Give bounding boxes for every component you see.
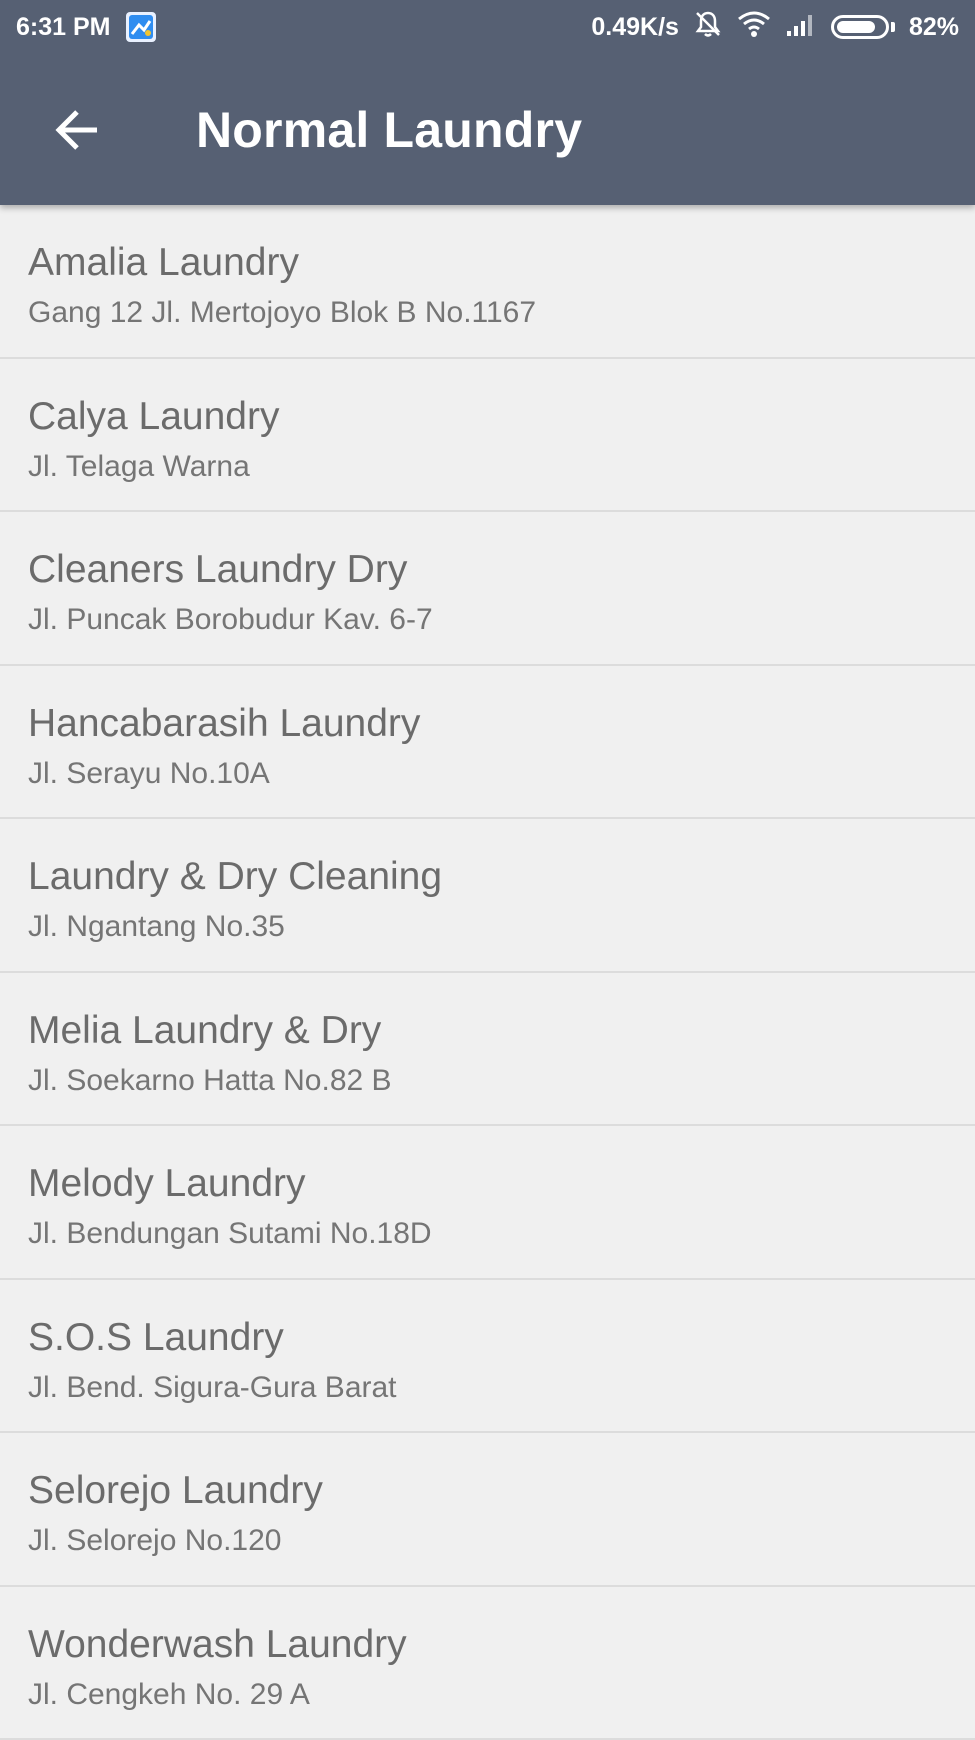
page-title: Normal Laundry	[196, 101, 582, 159]
muted-bell-icon	[693, 9, 723, 46]
laundry-name: Melody Laundry	[28, 1162, 306, 1206]
laundry-name: Amalia Laundry	[28, 241, 299, 285]
list-item[interactable]: Wonderwash Laundry Jl. Cengkeh No. 29 A	[0, 1587, 975, 1740]
list-item[interactable]: S.O.S Laundry Jl. Bend. Sigura-Gura Bara…	[0, 1280, 975, 1434]
battery-percent: 82%	[909, 13, 959, 42]
back-button[interactable]	[42, 95, 112, 165]
notification-app-icon	[126, 12, 156, 42]
list-item[interactable]: Calya Laundry Jl. Telaga Warna	[0, 359, 975, 513]
laundry-name: Hancabarasih Laundry	[28, 702, 420, 746]
status-right: 0.49K/s	[591, 9, 959, 46]
laundry-address: Jl. Selorejo No.120	[28, 1524, 281, 1558]
cell-signal-icon	[785, 11, 817, 44]
status-time: 6:31 PM	[16, 13, 110, 42]
battery-icon	[831, 15, 895, 39]
list-item[interactable]: Cleaners Laundry Dry Jl. Puncak Borobudu…	[0, 512, 975, 666]
status-bar: 6:31 PM 0.49K/s	[0, 0, 975, 54]
laundry-address: Jl. Serayu No.10A	[28, 757, 270, 791]
list-item[interactable]: Melody Laundry Jl. Bendungan Sutami No.1…	[0, 1126, 975, 1280]
laundry-address: Jl. Cengkeh No. 29 A	[28, 1678, 310, 1712]
laundry-name: Melia Laundry & Dry	[28, 1009, 381, 1053]
laundry-address: Jl. Telaga Warna	[28, 450, 250, 484]
arrow-left-icon	[53, 106, 101, 154]
laundry-address: Jl. Puncak Borobudur Kav. 6-7	[28, 603, 433, 637]
list-item[interactable]: Laundry & Dry Cleaning Jl. Ngantang No.3…	[0, 819, 975, 973]
laundry-name: Selorejo Laundry	[28, 1469, 323, 1513]
laundry-address: Gang 12 Jl. Mertojoyo Blok B No.1167	[28, 296, 536, 330]
list-item[interactable]: Hancabarasih Laundry Jl. Serayu No.10A	[0, 666, 975, 820]
laundry-address: Jl. Ngantang No.35	[28, 910, 285, 944]
laundry-name: Calya Laundry	[28, 395, 279, 439]
laundry-name: Laundry & Dry Cleaning	[28, 855, 442, 899]
laundry-address: Jl. Soekarno Hatta No.82 B	[28, 1064, 392, 1098]
laundry-name: S.O.S Laundry	[28, 1316, 284, 1360]
laundry-address: Jl. Bend. Sigura-Gura Barat	[28, 1371, 397, 1405]
laundry-name: Cleaners Laundry Dry	[28, 548, 407, 592]
laundry-address: Jl. Bendungan Sutami No.18D	[28, 1217, 432, 1251]
network-speed: 0.49K/s	[591, 13, 679, 42]
list-item[interactable]: Selorejo Laundry Jl. Selorejo No.120	[0, 1433, 975, 1587]
wifi-icon	[737, 10, 771, 45]
laundry-name: Wonderwash Laundry	[28, 1623, 407, 1667]
laundry-list: Amalia Laundry Gang 12 Jl. Mertojoyo Blo…	[0, 205, 975, 1740]
app-bar: Normal Laundry	[0, 54, 975, 205]
list-item[interactable]: Melia Laundry & Dry Jl. Soekarno Hatta N…	[0, 973, 975, 1127]
status-left: 6:31 PM	[16, 12, 156, 42]
list-item[interactable]: Amalia Laundry Gang 12 Jl. Mertojoyo Blo…	[0, 205, 975, 359]
